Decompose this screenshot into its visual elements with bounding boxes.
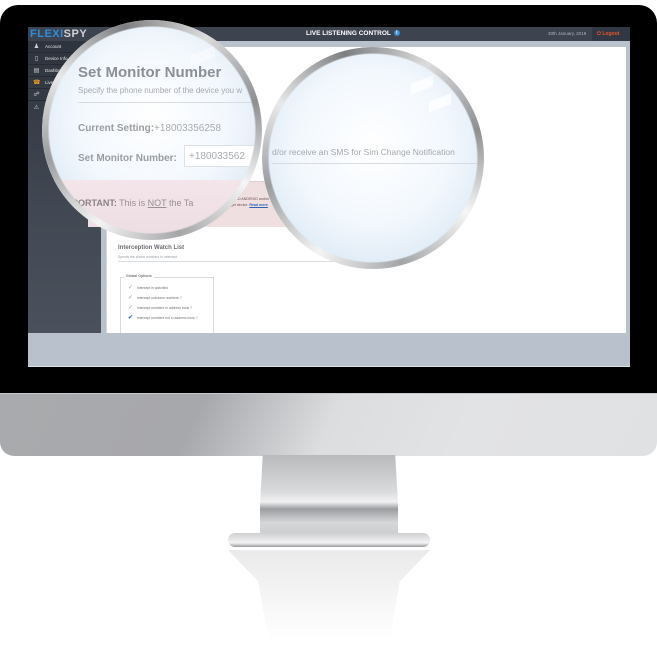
- power-icon: ⏻: [597, 31, 601, 37]
- monitor-stand: [260, 455, 398, 545]
- share-icon: ☍: [33, 92, 40, 98]
- lens-glint: [410, 75, 434, 95]
- stand-reflection: [228, 550, 430, 640]
- info-icon[interactable]: i: [393, 30, 400, 37]
- watch-list-subtitle: Specify the phone numbers to intercept: [118, 255, 177, 259]
- page-title: LIVE LISTENING CONTROL i: [306, 30, 400, 37]
- global-options-legend: Global Options: [124, 274, 154, 278]
- option-intercept-in-address-book[interactable]: ✓ Intercept numbers in address book ?: [128, 304, 192, 311]
- screen-footer: [28, 333, 630, 367]
- checkbox-unchecked-icon[interactable]: ✓: [128, 304, 137, 311]
- lens-glint: [428, 93, 452, 113]
- warning-icon: ⚠: [33, 104, 40, 111]
- phone-icon: ☎: [33, 80, 41, 86]
- divider: [78, 102, 258, 103]
- watch-list-title: Interception Watch List: [118, 245, 185, 251]
- option-intercept-watchlist[interactable]: ✓ Intercept in watchlist: [128, 284, 168, 291]
- set-monitor-subtitle: Specify the phone number of the device y…: [78, 86, 243, 95]
- set-monitor-title: Set Monitor Number: [78, 64, 222, 81]
- magnifier-right: d/or receive an SMS for Sim Change Notif…: [262, 47, 484, 269]
- current-date: 30th January, 2019: [548, 31, 587, 36]
- important-notice-magnified: IMPORTANT: This is NOT the Ta: [42, 180, 262, 240]
- checkbox-checked-icon[interactable]: ✔: [128, 314, 137, 321]
- logout-button[interactable]: ⏻ Logout: [592, 27, 630, 41]
- current-setting-value: +18003356258: [154, 123, 222, 134]
- monitor-mockup: FLEXISPY LIVE LISTENING CONTROL i 30th Ja…: [0, 0, 657, 665]
- monitor-foot: [228, 533, 430, 547]
- current-setting-label: Current Setting:: [78, 123, 155, 134]
- device-icon: ▯: [34, 56, 39, 62]
- option-intercept-not-in-address-book[interactable]: ✔ Intercept numbers not in address book …: [128, 314, 198, 321]
- option-intercept-unknown[interactable]: ✓ Intercept unknown numbers ?: [128, 294, 182, 301]
- magnifier-left: Set Monitor Number Specify the phone num…: [42, 20, 262, 240]
- divider: [118, 261, 358, 262]
- set-monitor-label: Set Monitor Number:: [78, 153, 177, 164]
- monitor-chin: [0, 393, 657, 456]
- database-icon: ▤: [33, 68, 40, 74]
- divider: [272, 163, 482, 164]
- user-icon: ♟: [33, 44, 40, 50]
- checkbox-unchecked-icon[interactable]: ✓: [128, 284, 137, 291]
- checkbox-unchecked-icon[interactable]: ✓: [128, 294, 137, 301]
- sms-notification-text: d/or receive an SMS for Sim Change Notif…: [272, 147, 455, 157]
- monitor-number-input[interactable]: +180033562: [184, 145, 262, 167]
